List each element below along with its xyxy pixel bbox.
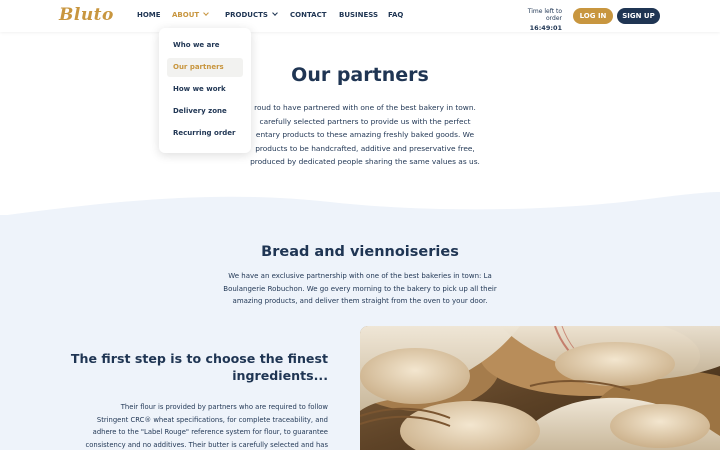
nav-business[interactable]: BUSINESS xyxy=(339,11,378,19)
nav-contact[interactable]: CONTACT xyxy=(290,11,327,19)
login-button[interactable]: LOG IN xyxy=(573,8,613,24)
first-step-line: adhere to the "Label Rouge" reference sy… xyxy=(92,428,328,436)
menu-item-our-partners[interactable]: Our partners xyxy=(167,58,243,77)
nav-faq[interactable]: FAQ xyxy=(388,11,403,19)
bread-title: Bread and viennoiseries xyxy=(261,244,459,260)
about-dropdown-menu: Who we are Our partners How we work Deli… xyxy=(159,28,251,153)
nav-about[interactable]: ABOUT xyxy=(172,10,210,19)
partners-line: products to be handcrafted, additive and… xyxy=(255,143,475,153)
first-step-heading-line: ingredients... xyxy=(232,368,328,383)
nav-products[interactable]: PRODUCTS xyxy=(225,10,278,19)
bread-line: amazing products, and deliver them strai… xyxy=(232,297,488,305)
first-step-heading-line: The first step is to choose the finest xyxy=(70,351,328,366)
signup-button[interactable]: SIGN UP xyxy=(617,8,660,24)
nav-products-label: PRODUCTS xyxy=(225,11,268,19)
partners-intro: roud to have partnered with one of the b… xyxy=(220,101,510,169)
first-step-line: Stringent CRC® wheat specifications, for… xyxy=(96,415,328,424)
nav-about-label: ABOUT xyxy=(172,11,200,19)
menu-item-recurring-order[interactable]: Recurring order xyxy=(167,124,243,143)
menu-item-who-we-are[interactable]: Who we are xyxy=(167,36,243,55)
first-step-heading: The first step is to choose the finest i… xyxy=(60,350,328,384)
menu-item-delivery-zone[interactable]: Delivery zone xyxy=(167,102,243,121)
chevron-down-icon xyxy=(203,10,210,16)
first-step-text: Their flour is provided by partners who … xyxy=(60,401,329,450)
partners-line: produced by dedicated people sharing the… xyxy=(250,157,480,166)
page-title: Our partners xyxy=(291,64,429,86)
bread-baskets-photo xyxy=(360,326,720,450)
order-timer: Time left to order 16:49:01 xyxy=(510,8,562,32)
chevron-down-icon xyxy=(272,10,278,16)
timer-value: 16:49:01 xyxy=(529,24,562,32)
nav-home[interactable]: HOME xyxy=(137,11,161,19)
bread-intro: We have an exclusive partnership with on… xyxy=(210,270,510,308)
bread-line: We have an exclusive partnership with on… xyxy=(228,272,492,280)
site-header: Bluto HOME ABOUT PRODUCTS CONTACT BUSINE… xyxy=(0,0,720,32)
menu-item-how-we-work[interactable]: How we work xyxy=(167,80,243,99)
partners-line: entary products to these amazing freshly… xyxy=(255,130,475,139)
first-step-line: Their flour is provided by partners who … xyxy=(120,403,328,411)
timer-label: Time left to order xyxy=(527,8,562,22)
first-step-line: consistency and no additives. Their butt… xyxy=(85,440,329,449)
section-wave xyxy=(0,192,720,220)
partners-line: carefully selected partners to provide u… xyxy=(259,116,471,126)
bluto-logo[interactable]: Bluto xyxy=(59,5,114,25)
bread-line: Boulangerie Robuchon. We go every mornin… xyxy=(223,284,497,293)
partners-line: roud to have partnered with one of the b… xyxy=(254,103,476,112)
